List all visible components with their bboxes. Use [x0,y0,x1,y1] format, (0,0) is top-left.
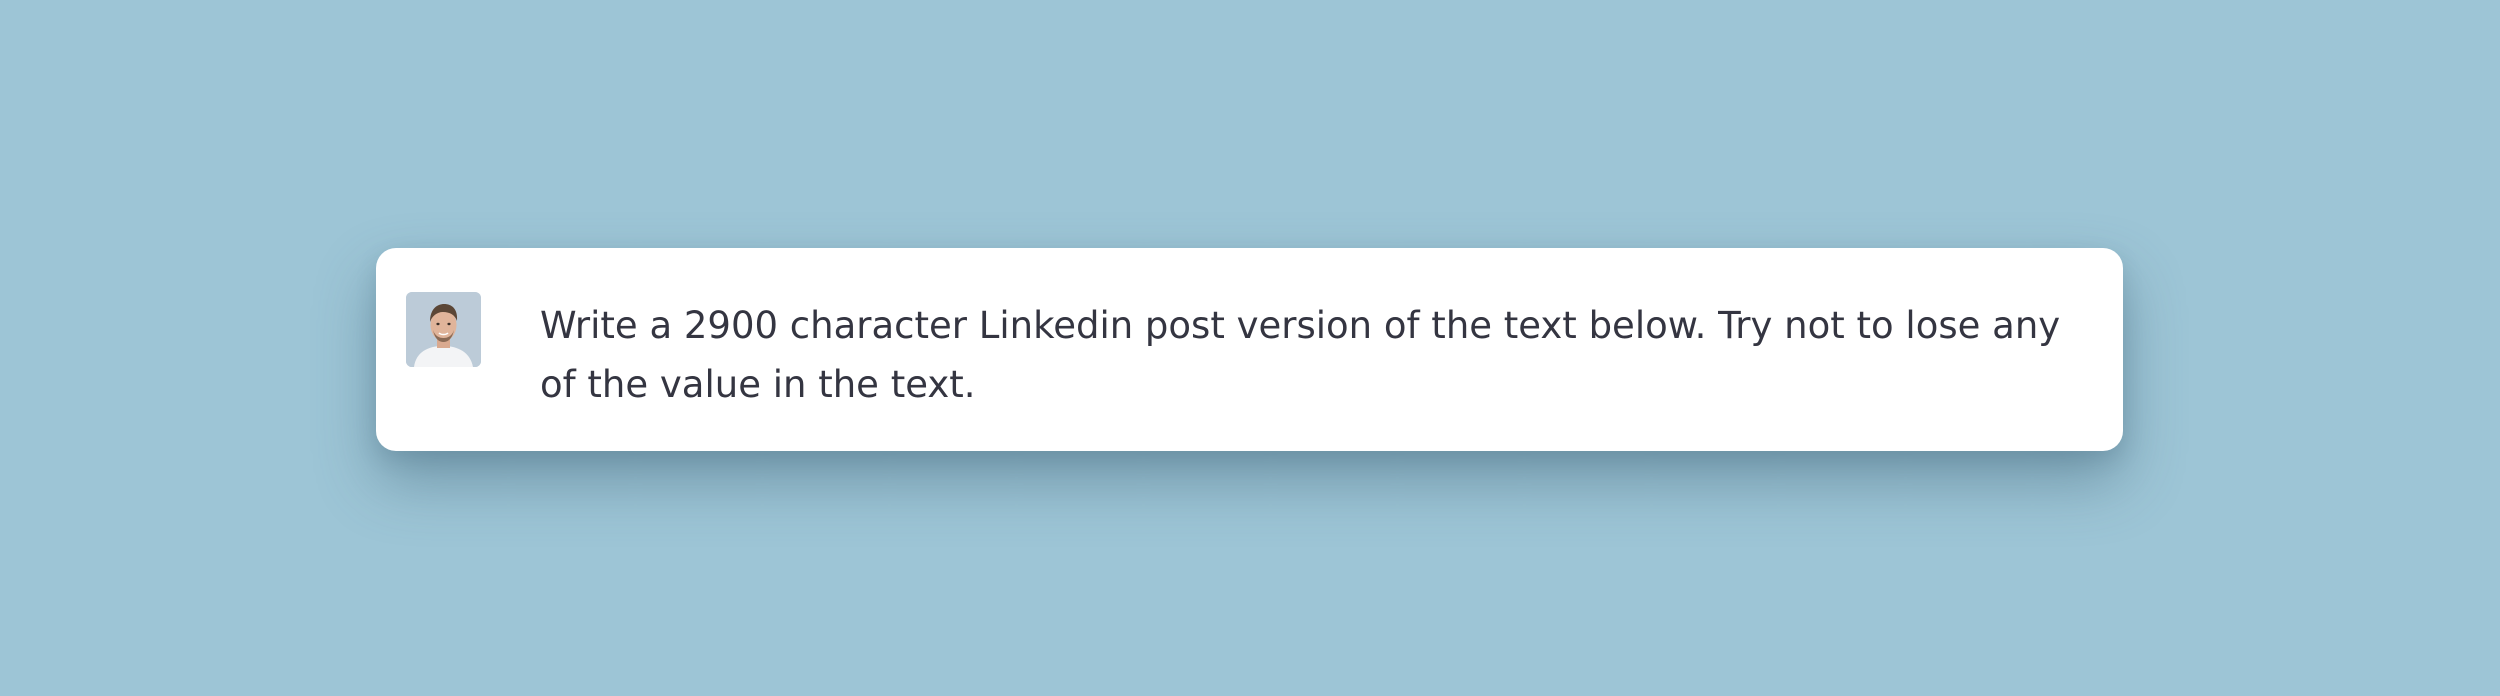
user-avatar-icon [406,292,481,367]
user-message-card: Write a 2900 character Linkedin post ver… [376,248,2123,451]
user-avatar [406,292,481,367]
message-text: Write a 2900 character Linkedin post ver… [540,304,2061,406]
